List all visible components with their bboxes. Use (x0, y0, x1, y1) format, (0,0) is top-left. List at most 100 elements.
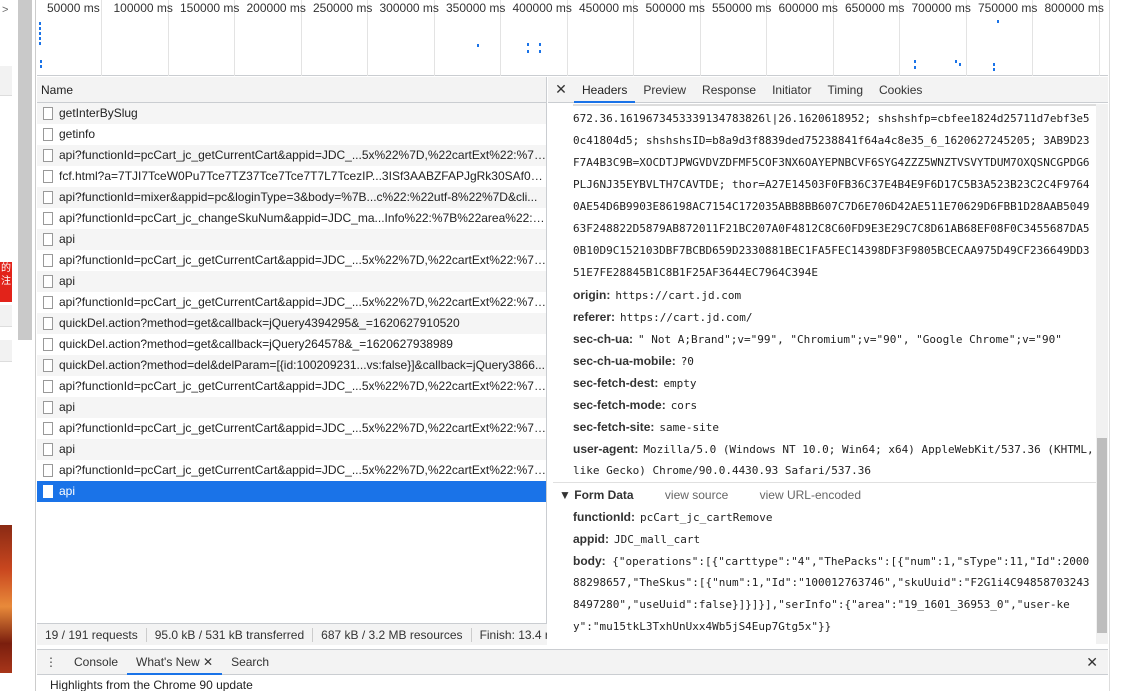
request-row[interactable]: api (37, 271, 546, 292)
network-overview[interactable]: 50000 ms 100000 ms 150000 ms 200000 ms 25000… (37, 0, 1124, 76)
request-row[interactable]: api?functionId=pcCart_jc_getCurrentCart&… (37, 376, 546, 397)
drawer-tab-label: Search (231, 654, 270, 669)
request-name: getInterBySlug (59, 106, 138, 120)
document-icon (43, 191, 53, 204)
request-row[interactable]: api?functionId=pcCart_jc_changeSkuNum&ap… (37, 208, 546, 229)
time-tick-label: 400000 ms (512, 1, 572, 15)
field-key: body: (573, 554, 606, 568)
resources-size: 687 kB / 3.2 MB resources (313, 628, 472, 642)
view-source-link[interactable]: view source (665, 488, 728, 502)
header-key: sec-ch-ua-mobile: (573, 354, 676, 368)
activity-mark (539, 43, 541, 46)
tab-cookies[interactable]: Cookies (871, 77, 930, 103)
time-tick-label: 50000 ms (47, 1, 100, 15)
body-line: 88298657,"TheSkus":[{"num":1,"Id":"10001… (573, 576, 1090, 589)
cookie-line: 63F248822D5879AB872011F21BC207A0F4812C8C… (573, 222, 1090, 235)
header-row: referer: https://cart.jd.com/ (573, 306, 1108, 328)
header-row: user-agent: Mozilla/5.0 (Windows NT 10.0;… (573, 438, 1108, 460)
request-row[interactable]: api (37, 439, 546, 460)
form-field-body: body: {"operations":[{"carttype":"4","Th… (573, 550, 1108, 572)
request-row[interactable]: api (37, 397, 546, 418)
request-row[interactable]: api?functionId=pcCart_jc_getCurrentCart&… (37, 292, 546, 313)
close-icon[interactable]: ✕ (548, 81, 574, 98)
cookie-line: 672.36.1619673453339134783826l|26.162061… (573, 112, 1090, 125)
request-row[interactable]: quickDel.action?method=del&delParam=[{id… (37, 355, 546, 376)
page-scrollbar[interactable] (18, 0, 32, 340)
document-icon (43, 338, 53, 351)
activity-mark (993, 68, 995, 71)
request-row[interactable]: api?functionId=pcCart_jc_getCurrentCart&… (37, 460, 546, 481)
request-name: api?functionId=pcCart_jc_getCurrentCart&… (59, 463, 546, 477)
request-name: api (59, 442, 76, 456)
request-row[interactable]: api?functionId=pcCart_jc_getCurrentCart&… (37, 418, 546, 439)
field-value: {"operations":[{"carttype":"4","ThePacks… (612, 555, 1090, 568)
form-fields: functionId: pcCart_jc_cartRemove appid: JDC… (573, 506, 1108, 550)
request-name: api?functionId=pcCart_jc_getCurrentCart&… (59, 379, 546, 393)
document-icon (43, 233, 53, 246)
window-edge (1109, 0, 1126, 691)
document-icon (43, 149, 53, 162)
activity-mark (39, 32, 41, 35)
request-row[interactable]: api (37, 481, 546, 502)
drawer-tab-search[interactable]: Search (222, 650, 278, 675)
name-column-header[interactable]: Name (37, 77, 546, 103)
more-icon[interactable]: ⋮ (37, 655, 65, 669)
time-tick-label: 100000 ms (113, 1, 173, 15)
tab-preview[interactable]: Preview (635, 77, 694, 103)
header-row: sec-fetch-dest: empty (573, 372, 1108, 394)
time-tick-label: 650000 ms (845, 1, 905, 15)
page-red-badge: 的 注 (0, 262, 12, 302)
document-icon (43, 107, 53, 120)
request-name: quickDel.action?method=get&callback=jQue… (59, 316, 460, 330)
cookie-line: PLJ6NJ35EYBVLTH7CAVTDE; thor=A27E14503F0… (573, 178, 1090, 191)
request-row[interactable]: api?functionId=pcCart_jc_getCurrentCart&… (37, 250, 546, 271)
detail-scrollbar-thumb[interactable] (1097, 438, 1107, 633)
request-row[interactable]: api?functionId=pcCart_jc_getCurrentCart&… (37, 145, 546, 166)
field-value: JDC_mall_cart (614, 533, 701, 546)
header-key: sec-fetch-dest: (573, 376, 659, 390)
request-row[interactable]: fcf.html?a=7TJI7TceW0Pu7Tce7TZ37Tce7Tce7… (37, 166, 546, 187)
tab-timing[interactable]: Timing (819, 77, 871, 103)
field-key: appid: (573, 532, 609, 546)
header-value: cors (670, 399, 698, 412)
tab-response[interactable]: Response (694, 77, 764, 103)
close-icon[interactable]: ✕ (200, 655, 213, 669)
document-icon (43, 443, 53, 456)
triangle-down-icon[interactable]: ▼ (559, 488, 571, 502)
activity-mark (955, 60, 957, 63)
activity-mark (527, 43, 529, 46)
activity-mark (40, 65, 42, 68)
activity-mark (993, 63, 995, 66)
time-tick-label: 450000 ms (579, 1, 639, 15)
close-icon[interactable]: ✕ (1086, 654, 1098, 671)
drawer-tab-what-s-new[interactable]: What's New ✕ (127, 650, 223, 675)
activity-mark (39, 27, 41, 30)
page-block (0, 305, 12, 327)
header-value: https://cart.jd.com/ (620, 311, 753, 324)
activity-mark (959, 63, 961, 66)
body-line: 8497280","useUuid":false}]}]}],"serInfo"… (573, 598, 1070, 611)
request-row[interactable]: getInterBySlug (37, 103, 546, 124)
request-row[interactable]: api (37, 229, 546, 250)
request-name: quickDel.action?method=get&callback=jQue… (59, 337, 453, 351)
view-url-encoded-link[interactable]: view URL-encoded (760, 488, 861, 502)
activity-mark (39, 22, 41, 25)
drawer-tabbar: ⋮ Console What's New ✕ Search ✕ (37, 649, 1108, 675)
request-row[interactable]: quickDel.action?method=get&callback=jQue… (37, 334, 546, 355)
page-glyph: > (2, 4, 9, 16)
request-name: api?functionId=pcCart_jc_getCurrentCart&… (59, 421, 546, 435)
request-name: api?functionId=mixer&appid=pc&loginType=… (59, 190, 538, 204)
drawer-tab-console[interactable]: Console (65, 650, 127, 675)
time-tick-label: 800000 ms (1044, 1, 1104, 15)
document-icon (43, 128, 53, 141)
form-field-row: appid: JDC_mall_cart (573, 528, 1108, 550)
tab-headers[interactable]: Headers (574, 77, 636, 103)
form-data-section[interactable]: ▼ Form Data view source view URL-encoded (553, 482, 1108, 506)
time-tick-label: 750000 ms (978, 1, 1038, 15)
request-row[interactable]: getinfo (37, 124, 546, 145)
time-tick-label: 700000 ms (911, 1, 971, 15)
request-row[interactable]: api?functionId=mixer&appid=pc&loginType=… (37, 187, 546, 208)
request-row[interactable]: quickDel.action?method=get&callback=jQue… (37, 313, 546, 334)
tab-initiator[interactable]: Initiator (764, 77, 819, 103)
drawer-tab-label: What's New (136, 654, 200, 669)
